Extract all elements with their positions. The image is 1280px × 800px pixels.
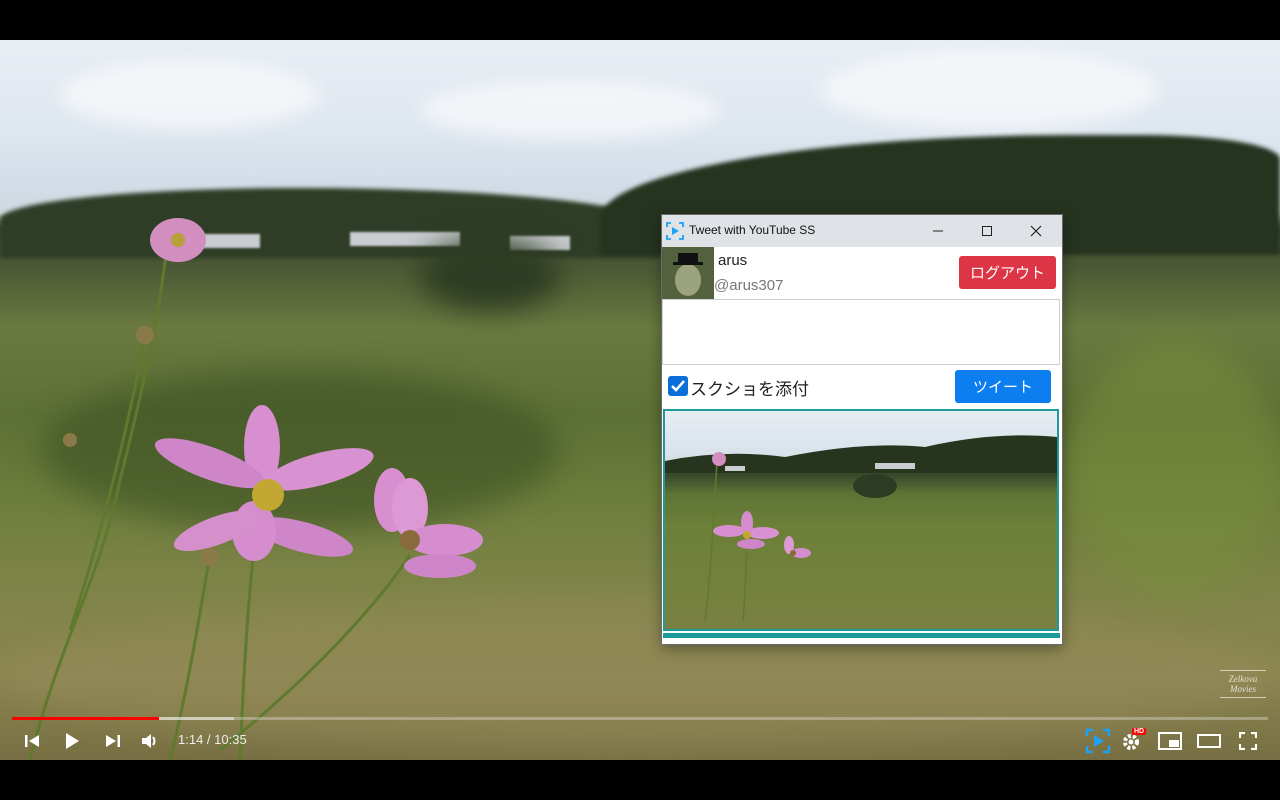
flower-top (150, 218, 206, 262)
minimize-button[interactable] (915, 215, 961, 247)
video-frame[interactable] (0, 40, 1280, 760)
flower-bud (63, 433, 77, 447)
user-info-row: arus @arus307 ログアウト (662, 247, 1062, 299)
theater-mode-button[interactable] (1194, 726, 1224, 756)
close-icon (1030, 225, 1042, 237)
progress-played (12, 717, 159, 720)
user-handle: @arus307 (714, 277, 784, 294)
attach-screenshot-checkbox[interactable] (668, 376, 688, 396)
tweet-extension-icon (1085, 728, 1111, 754)
play-icon (66, 733, 79, 749)
cloud (820, 50, 1160, 130)
cosmos-flowers (28, 218, 483, 760)
user-name: arus (718, 252, 748, 269)
screenshot-preview (663, 409, 1059, 631)
player-controls: 1:14 / 10:35 HD (0, 722, 1280, 760)
attach-screenshot-label[interactable]: スクショを添付 (690, 375, 809, 400)
window-titlebar[interactable]: Tweet with YouTube SS (662, 215, 1062, 247)
time-display: 1:14 / 10:35 (178, 732, 247, 747)
watermark-line1: Zelkova (1228, 674, 1258, 684)
miniplayer-button[interactable] (1155, 726, 1185, 756)
flower-bud (136, 326, 154, 344)
cloud (60, 60, 320, 130)
skip-next-button[interactable] (98, 726, 128, 756)
progress-bar[interactable] (12, 717, 1268, 720)
attach-row: スクショを添付 ツイート (662, 365, 1062, 409)
miniplayer-icon (1158, 732, 1182, 750)
flower-main (154, 405, 374, 561)
skip-next-icon (106, 735, 120, 747)
avatar (662, 247, 714, 299)
screenshot-preview-image (665, 435, 1057, 629)
checkmark-icon (671, 380, 685, 392)
channel-watermark[interactable]: Zelkova Movies (1220, 670, 1266, 698)
maximize-icon (982, 226, 992, 236)
app-icon (666, 222, 684, 240)
play-button[interactable] (57, 726, 87, 756)
window-title: Tweet with YouTube SS (689, 223, 816, 237)
tweet-extension-button[interactable] (1083, 726, 1113, 756)
minimize-icon (933, 230, 943, 232)
flower-second (374, 468, 483, 578)
fullscreen-icon (1239, 732, 1257, 750)
watermark-line2: Movies (1230, 684, 1256, 694)
preview-bottom-strip (663, 633, 1060, 638)
skip-previous-button[interactable] (17, 726, 47, 756)
settings-button[interactable]: HD (1118, 726, 1148, 756)
theater-mode-icon (1197, 734, 1221, 748)
hd-badge: HD (1132, 728, 1147, 735)
skip-previous-icon (25, 735, 39, 747)
flower-bud (201, 548, 219, 566)
maximize-button[interactable] (964, 215, 1010, 247)
tweet-button[interactable]: ツイート (955, 370, 1051, 403)
fullscreen-button[interactable] (1233, 726, 1263, 756)
volume-icon (142, 734, 156, 748)
logout-button[interactable]: ログアウト (959, 256, 1056, 289)
tweet-popup-window: Tweet with YouTube SS arus @arus307 ログアウ… (662, 215, 1062, 644)
tweet-text-input[interactable] (662, 299, 1060, 365)
grass (1070, 340, 1280, 600)
close-button[interactable] (1013, 215, 1059, 247)
volume-button[interactable] (135, 726, 165, 756)
cloud (420, 80, 720, 140)
